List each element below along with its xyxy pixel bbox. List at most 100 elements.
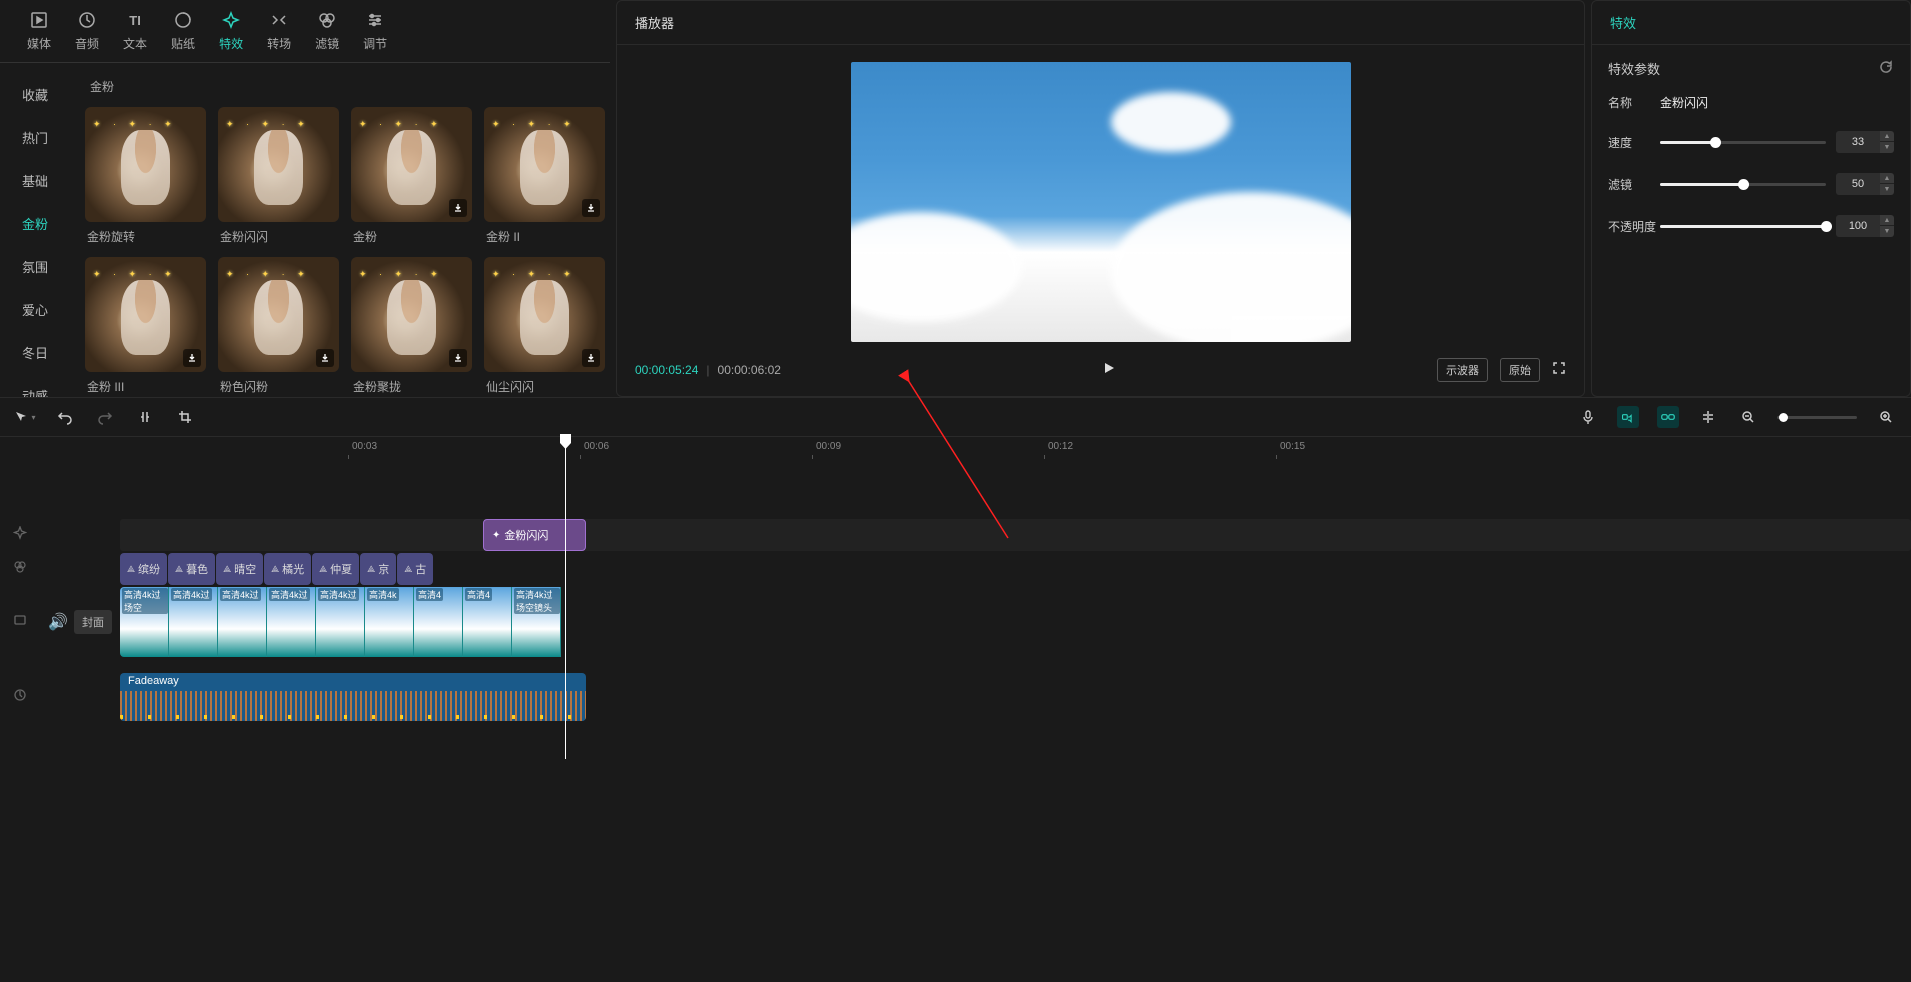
playhead[interactable] [565,437,566,759]
sidebar-item-popular[interactable]: 热门 [0,116,80,159]
tab-filter[interactable]: 滤镜 [303,5,351,57]
effect-item[interactable]: 仙尘闪闪 [484,257,605,395]
sidebar-item-gold[interactable]: 金粉 [0,202,80,245]
effect-thumbnail[interactable] [218,107,339,222]
undo-button[interactable] [54,406,76,428]
mic-button[interactable] [1577,406,1599,428]
tab-media[interactable]: 媒体 [15,5,63,57]
opacity-label: 不透明度 [1608,218,1660,235]
original-button[interactable]: 原始 [1500,358,1540,382]
opacity-input[interactable] [1836,215,1880,237]
download-icon[interactable] [449,199,467,217]
effect-name: 金粉闪闪 [218,228,339,245]
filter-input[interactable] [1836,173,1880,195]
tab-adjust[interactable]: 调节 [351,5,399,57]
zoom-slider[interactable] [1777,416,1857,419]
tab-transition[interactable]: 转场 [255,5,303,57]
cover-button[interactable]: 封面 [74,610,112,634]
link-button[interactable] [1657,406,1679,428]
sidebar-item-love[interactable]: 爱心 [0,288,80,331]
tab-sticker[interactable]: 贴纸 [159,5,207,57]
download-icon[interactable] [316,349,334,367]
effect-thumbnail[interactable] [85,257,206,372]
sticker-icon [173,10,193,30]
effect-thumbnail[interactable] [484,257,605,372]
zoom-out-button[interactable] [1737,406,1759,428]
speed-slider[interactable] [1660,141,1826,144]
tab-label: 音频 [75,35,99,52]
split-button[interactable] [134,406,156,428]
effect-item[interactable]: 金粉 II [484,107,605,245]
filter-down[interactable]: ▼ [1880,184,1894,195]
filter-clip[interactable]: ⟁古 [397,553,433,585]
filter-spinner[interactable]: ▲▼ [1836,173,1894,195]
ruler-tick: 00:03 [352,441,377,452]
effect-item[interactable]: 金粉旋转 [85,107,206,245]
zoom-in-button[interactable] [1875,406,1897,428]
filter-clip[interactable]: ⟁晴空 [216,553,263,585]
opacity-down[interactable]: ▼ [1880,226,1894,237]
tab-text[interactable]: TI文本 [111,5,159,57]
video-clip[interactable]: 高清4k过场空高清4k过高清4k过高清4k过高清4k过高清4k高清4高清4高清4… [120,587,586,657]
filter-clip-label: 仲夏 [330,561,352,577]
reset-button[interactable] [1878,59,1894,78]
video-frame: 高清4k过 [267,587,316,657]
fullscreen-button[interactable] [1552,361,1566,380]
effect-thumbnail[interactable] [351,107,472,222]
preview-image[interactable] [851,62,1351,342]
effect-thumbnail[interactable] [351,257,472,372]
effects-grid-area: 金粉 金粉旋转金粉闪闪金粉金粉 II金粉 III粉色闪粉金粉聚拢仙尘闪闪 [80,63,610,397]
filter-clip[interactable]: ⟁仲夏 [312,553,359,585]
filter-up[interactable]: ▲ [1880,173,1894,184]
play-button[interactable] [1102,361,1116,380]
effect-thumbnail[interactable] [218,257,339,372]
sidebar-item-winter[interactable]: 冬日 [0,331,80,374]
time-ruler[interactable]: 00:03 00:06 00:09 00:12 00:15 [120,437,1911,459]
audio-clip-label: Fadeaway [128,675,179,687]
sidebar-item-dynamic[interactable]: 动感 [0,374,80,397]
sidebar-item-favorites[interactable]: 收藏 [0,73,80,116]
effect-item[interactable]: 金粉 III [85,257,206,395]
speed-input[interactable] [1836,131,1880,153]
opacity-slider[interactable] [1660,225,1826,228]
auto-snap-button[interactable] [1617,406,1639,428]
effect-item[interactable]: 粉色闪粉 [218,257,339,395]
video-frame-label: 高清4 [416,588,443,601]
video-frame: 高清4k过 [218,587,267,657]
sidebar-item-ambience[interactable]: 氛围 [0,245,80,288]
download-icon[interactable] [582,199,600,217]
tab-label: 滤镜 [315,35,339,52]
player-controls: 00:00:05:24 00:00:06:02 示波器 原始 [617,348,1584,396]
effect-item[interactable]: 金粉 [351,107,472,245]
scope-button[interactable]: 示波器 [1437,358,1488,382]
speed-spinner[interactable]: ▲▼ [1836,131,1894,153]
mute-icon[interactable]: 🔊 [48,612,68,632]
effect-item[interactable]: 金粉聚拢 [351,257,472,395]
audio-clip[interactable]: Fadeaway [120,673,586,721]
right-panel-tab[interactable]: 特效 [1592,1,1910,45]
tab-audio[interactable]: 音频 [63,5,111,57]
align-button[interactable] [1697,406,1719,428]
download-icon[interactable] [449,349,467,367]
crop-button[interactable] [174,406,196,428]
redo-button[interactable] [94,406,116,428]
speed-down[interactable]: ▼ [1880,142,1894,153]
effect-thumbnail[interactable] [484,107,605,222]
filter-strip: ⟁缤纷⟁暮色⟁晴空⟁橘光⟁仲夏⟁京⟁古 [120,553,433,585]
sidebar-item-basic[interactable]: 基础 [0,159,80,202]
filter-clip[interactable]: ⟁缤纷 [120,553,167,585]
download-icon[interactable] [183,349,201,367]
effect-item[interactable]: 金粉闪闪 [218,107,339,245]
speed-up[interactable]: ▲ [1880,131,1894,142]
tab-effects[interactable]: 特效 [207,5,255,57]
download-icon[interactable] [582,349,600,367]
selection-tool[interactable] [14,406,36,428]
filter-clip[interactable]: ⟁橘光 [264,553,311,585]
effect-thumbnail[interactable] [85,107,206,222]
filter-slider[interactable] [1660,183,1826,186]
effect-clip[interactable]: ✦ 金粉闪闪 [483,519,586,551]
opacity-spinner[interactable]: ▲▼ [1836,215,1894,237]
opacity-up[interactable]: ▲ [1880,215,1894,226]
filter-clip[interactable]: ⟁暮色 [168,553,215,585]
filter-clip[interactable]: ⟁京 [360,553,396,585]
